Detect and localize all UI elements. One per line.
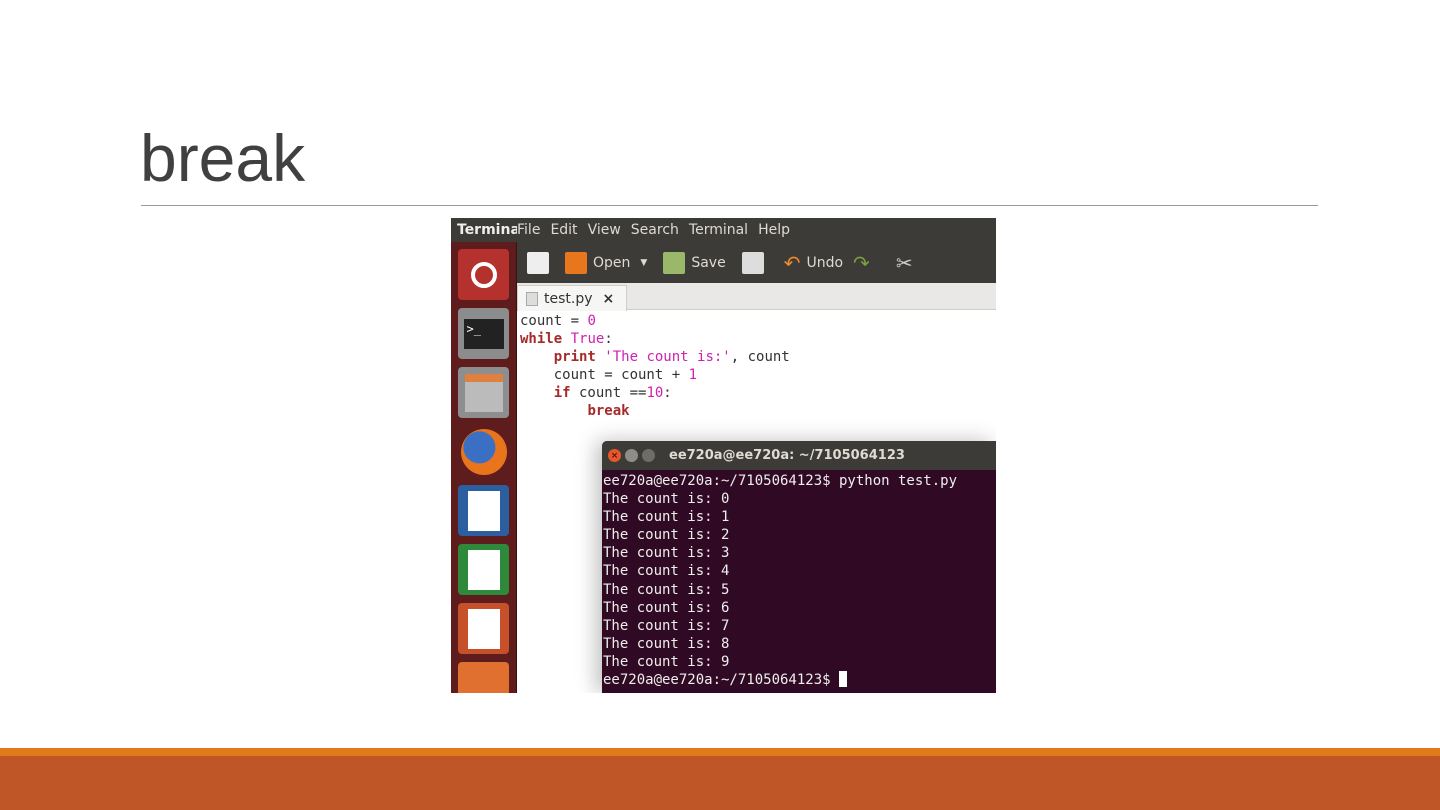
menu-search[interactable]: Search: [631, 222, 679, 238]
minimize-window-icon[interactable]: [625, 449, 638, 462]
tab-label: test.py: [544, 290, 593, 307]
footer-bar: [0, 756, 1440, 810]
code-token: :: [663, 385, 672, 401]
code-token: if: [553, 385, 571, 401]
writer-icon[interactable]: [458, 485, 509, 536]
terminal-titlebar: × ee720a@ee720a: ~/7105064123: [602, 441, 996, 470]
output-line: The count is: 8: [603, 635, 730, 652]
code-token: True: [562, 331, 605, 347]
code-token: print: [553, 349, 596, 365]
code-editor[interactable]: count = 0 while True: print 'The count i…: [520, 312, 790, 420]
tab-bar: test.py ×: [517, 283, 996, 311]
menu-file[interactable]: File: [517, 222, 540, 238]
calc-icon[interactable]: [458, 544, 509, 595]
maximize-window-icon[interactable]: [642, 449, 655, 462]
tab-test-py[interactable]: test.py ×: [517, 285, 627, 311]
code-token: count ==: [570, 385, 647, 401]
menu-view[interactable]: View: [588, 222, 621, 238]
terminal-prompt: ee720a@ee720a:~/7105064123$: [603, 672, 840, 689]
impress-icon[interactable]: [458, 603, 509, 654]
terminal-command: ee720a@ee720a:~/7105064123$ python test.…: [603, 473, 958, 489]
footer-accent-bar: [0, 748, 1440, 756]
code-token: :: [604, 331, 613, 347]
code-token: while: [520, 331, 563, 347]
new-file-icon: [527, 251, 549, 274]
menu-terminal[interactable]: Terminal: [689, 222, 748, 238]
terminal-window: × ee720a@ee720a: ~/7105064123 ee720a@ee7…: [602, 441, 996, 693]
output-line: The count is: 4: [603, 563, 730, 580]
ubuntu-screenshot: Terminal File Edit View Search Terminal …: [451, 218, 996, 693]
close-tab-icon[interactable]: ×: [603, 291, 615, 307]
menu-bar: Terminal File Edit View Search Terminal …: [451, 218, 996, 242]
undo-label: Undo: [806, 254, 844, 271]
print-icon: [741, 251, 764, 274]
output-line: The count is: 1: [603, 509, 730, 526]
title-divider: [141, 205, 1318, 206]
output-line: The count is: 5: [603, 581, 730, 598]
scissors-icon: ✂: [895, 250, 913, 275]
redo-button[interactable]: ↷: [853, 251, 870, 275]
code-token: count =: [520, 313, 588, 329]
code-token: count = count +: [553, 367, 689, 383]
cut-button[interactable]: ✂: [896, 251, 913, 275]
output-line: The count is: 6: [603, 599, 730, 616]
undo-icon: ↶: [783, 250, 801, 275]
open-button[interactable]: Open ▼: [565, 251, 647, 274]
files-icon[interactable]: [458, 367, 509, 418]
launcher: >_: [451, 242, 517, 693]
menu-edit[interactable]: Edit: [550, 222, 577, 238]
code-token: 'The count is:': [595, 349, 731, 365]
firefox-icon[interactable]: [458, 426, 509, 477]
undo-button[interactable]: ↶ Undo: [784, 251, 843, 275]
menu-help[interactable]: Help: [758, 222, 790, 238]
ubuntu-dash-icon[interactable]: [458, 249, 509, 300]
app-name: Terminal: [457, 222, 517, 238]
save-icon: [663, 251, 686, 274]
software-center-icon[interactable]: [458, 662, 509, 693]
output-line: The count is: 3: [603, 545, 730, 562]
code-token: break: [587, 403, 630, 419]
toolbar: Open ▼ Save ↶ Undo ↷ ✂: [517, 242, 996, 283]
document-icon: [526, 291, 538, 306]
slide-title: break: [140, 121, 306, 195]
output-line: The count is: 9: [603, 653, 730, 670]
chevron-down-icon[interactable]: ▼: [640, 258, 647, 268]
save-button[interactable]: Save: [663, 251, 726, 274]
terminal-title: ee720a@ee720a: ~/7105064123: [669, 448, 905, 463]
close-window-icon[interactable]: ×: [608, 449, 621, 462]
redo-icon: ↷: [853, 250, 870, 275]
output-line: The count is: 7: [603, 617, 730, 634]
code-token: 10: [646, 385, 664, 401]
code-token: 0: [587, 313, 596, 329]
save-label: Save: [691, 254, 726, 271]
output-line: The count is: 0: [603, 491, 730, 508]
output-line: The count is: 2: [603, 527, 730, 544]
folder-icon: [565, 251, 587, 274]
code-token: , count: [730, 349, 790, 365]
print-button[interactable]: [741, 251, 770, 274]
code-token: 1: [688, 367, 698, 383]
terminal-cursor: [839, 671, 848, 688]
new-button[interactable]: [527, 251, 555, 274]
terminal-icon[interactable]: >_: [458, 308, 509, 359]
terminal-output[interactable]: ee720a@ee720a:~/7105064123$ python test.…: [602, 470, 996, 689]
open-label: Open: [593, 254, 631, 271]
